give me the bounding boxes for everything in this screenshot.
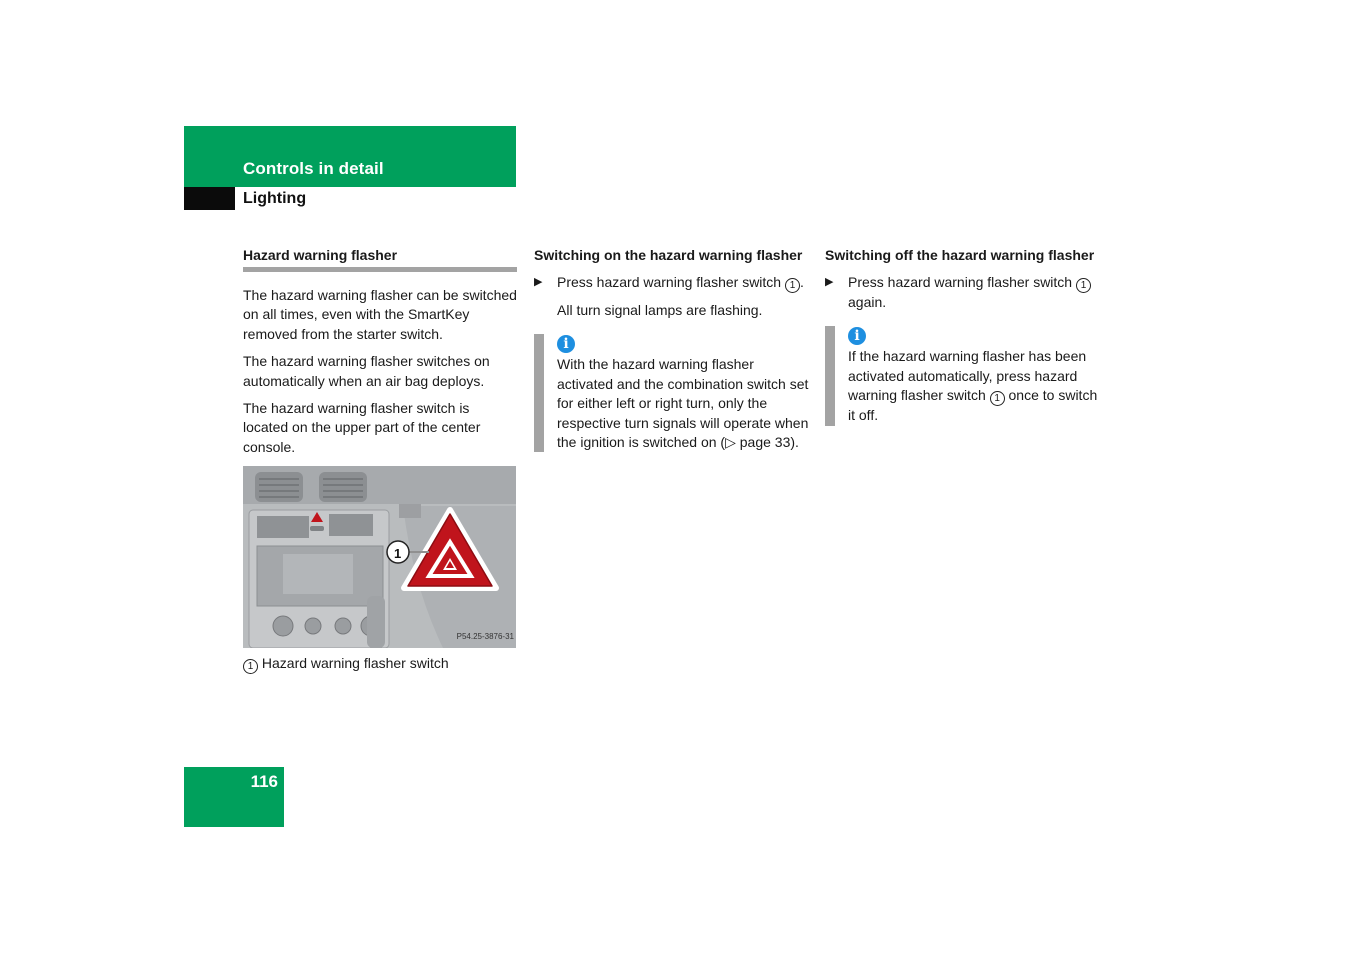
info-note: i With the hazard warning flasher activa… [534,334,810,453]
page-number: 116 [250,772,278,791]
section-marker [184,187,235,210]
step-text: Press hazard warning flasher switch [557,274,785,290]
callout-ref: 1 [785,278,800,293]
paragraph: The hazard warning flasher can be switch… [243,287,517,342]
paragraph: The hazard warning flasher switches on a… [243,353,490,389]
step-text-end: . [800,274,804,290]
column-switch-on: Switching on the hazard warning flasher … [534,246,810,453]
step-text: Press hazard warning flasher switch [848,274,1076,290]
info-icon: i [848,327,866,346]
center-console-figure: 1 P54.25-3876-31 [243,466,516,649]
step-arrow-icon: ▶ [825,276,834,288]
paragraph: The hazard warning flasher switch is loc… [243,400,481,455]
caption-text: Hazard warning flasher switch [261,655,449,672]
instruction-step: ▶ Press hazard warning flasher switch 1. [534,273,810,293]
step-text-end: again. [848,294,887,310]
callout-ref: 1 [989,391,1005,407]
callout-ref: 1 [243,659,258,675]
note-text: With the hazard warning flasher activate… [557,356,809,451]
note-text: If the hazard warning flasher has been a… [848,347,1101,425]
info-icon: i [557,335,575,354]
note-bar [534,334,544,453]
image-code: P54.25-3876-31 [456,631,514,641]
column-switch-off: Switching off the hazard warning flasher… [825,246,1101,426]
step-result: All turn signal lamps are flashing. [557,302,763,318]
section-heading: Switching off the hazard warning flasher [825,247,1095,263]
chapter-title: Controls in detail [243,159,384,178]
page-number-tab: 116 [184,767,284,827]
center-console-illustration [243,466,516,649]
note-bar [825,326,835,426]
section-title: Lighting [243,190,307,207]
section-heading: Hazard warning flasher [243,247,398,263]
instruction-step: ▶ Press hazard warning flasher switch 1 … [825,273,1101,312]
callout-number: 1 [394,546,402,562]
step-arrow-icon: ▶ [534,276,543,288]
figure-caption: 1 Hazard warning flasher switch [243,654,517,675]
callout-ref: 1 [1076,278,1091,293]
section-heading: Switching on the hazard warning flasher [534,247,803,263]
info-note: i If the hazard warning flasher has been… [825,326,1101,426]
column-hazard-overview: Hazard warning flasher The hazard warnin… [243,246,517,675]
heading-rule [243,267,517,272]
